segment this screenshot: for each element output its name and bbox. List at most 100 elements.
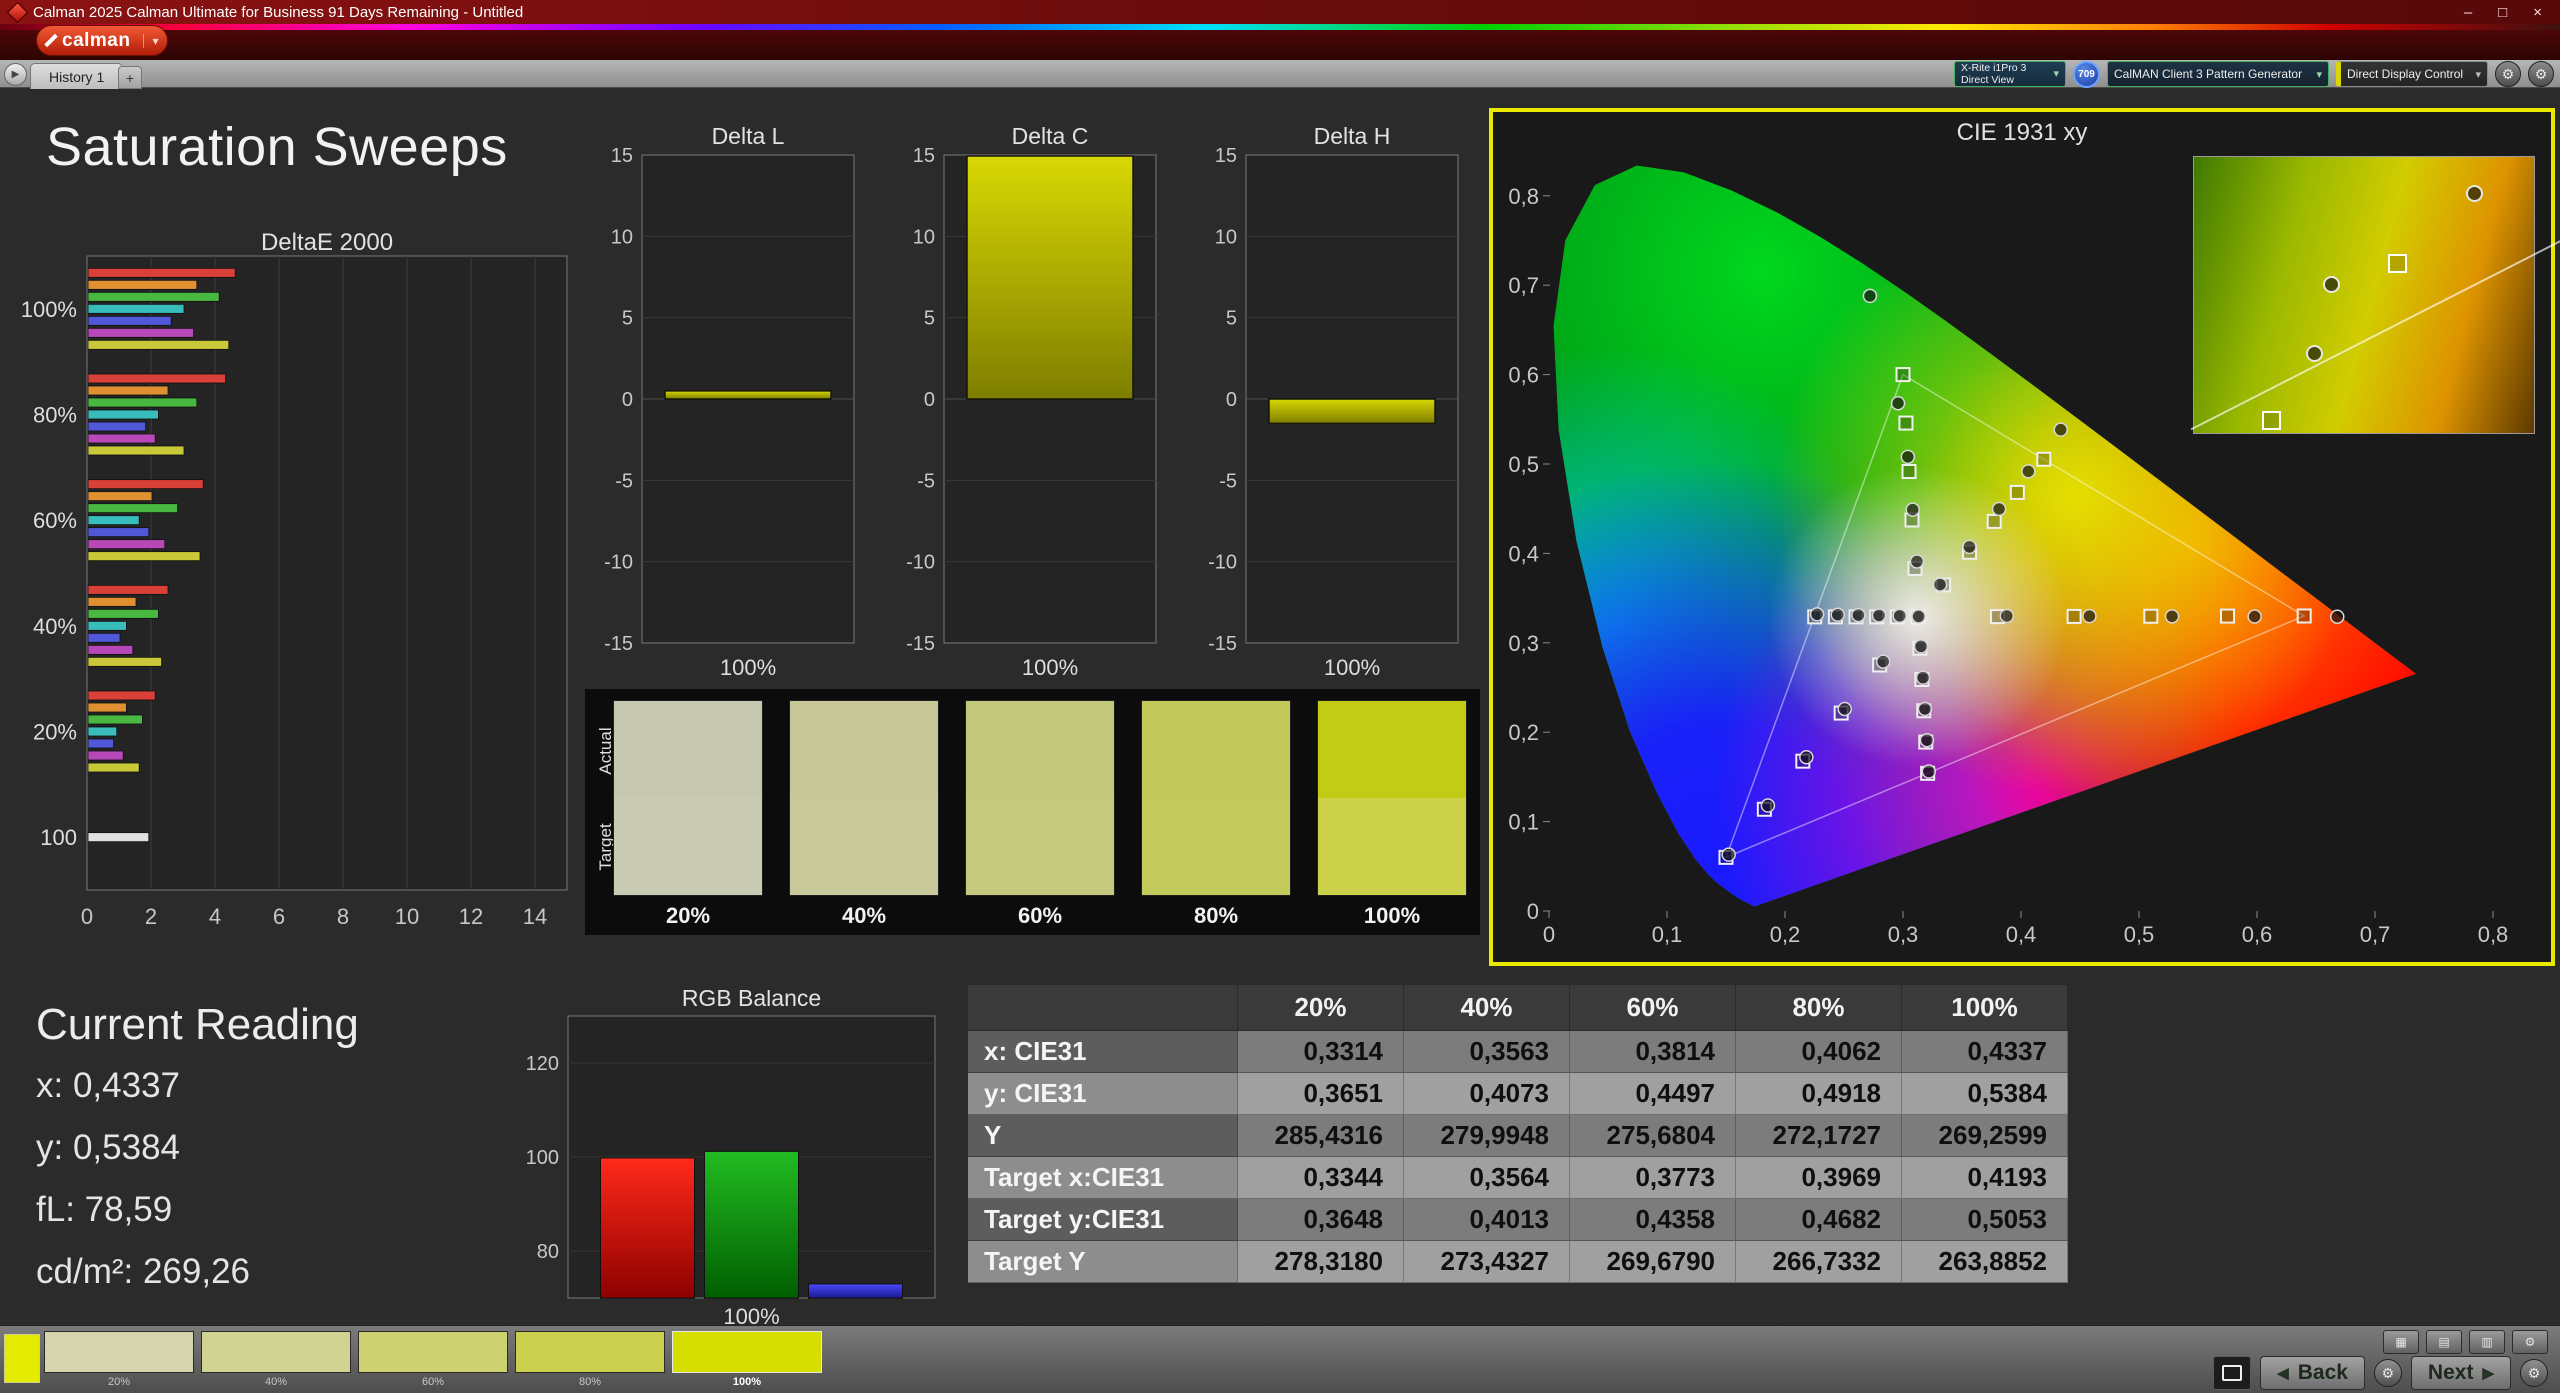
svg-text:Delta H: Delta H xyxy=(1314,124,1391,149)
svg-text:Delta C: Delta C xyxy=(1012,124,1089,149)
bottom-swatch-100%[interactable] xyxy=(672,1331,822,1373)
current-pattern-swatch xyxy=(4,1334,40,1383)
hardware-toolbar: X-Rite i1Pro 3 Direct View ▾ 709 CalMAN … xyxy=(1954,61,2554,87)
svg-text:-10: -10 xyxy=(906,552,935,574)
svg-text:0,1: 0,1 xyxy=(1652,922,1683,947)
table-row-label: Target Y xyxy=(968,1241,1238,1283)
new-tab-button[interactable]: + xyxy=(118,66,142,89)
svg-text:15: 15 xyxy=(913,145,935,167)
chevron-down-icon: ▾ xyxy=(2470,68,2481,81)
svg-text:0: 0 xyxy=(1226,389,1237,411)
table-cell: 0,3564 xyxy=(1404,1157,1570,1199)
svg-text:0,7: 0,7 xyxy=(1508,273,1539,298)
display-control-dropdown[interactable]: Direct Display Control ▾ xyxy=(2336,61,2488,87)
table-cell: 0,4073 xyxy=(1404,1073,1570,1115)
svg-text:20%: 20% xyxy=(33,720,77,745)
bottom-swatch-label: 80% xyxy=(515,1376,665,1388)
delta-l-chart: Delta L151050-5-10-15100% xyxy=(600,124,870,689)
target-swatch xyxy=(1142,798,1290,895)
bottom-swatch-label: 60% xyxy=(358,1376,508,1388)
table-cell: 0,3314 xyxy=(1238,1031,1404,1073)
next-settings-button[interactable]: ⚙ xyxy=(2520,1359,2548,1387)
svg-text:-15: -15 xyxy=(604,633,633,655)
pattern-window-button[interactable] xyxy=(2213,1356,2251,1390)
svg-text:100%: 100% xyxy=(21,297,77,322)
monitor-button[interactable]: ▦ xyxy=(2383,1330,2419,1354)
inset-circle-marker xyxy=(2466,185,2483,202)
svg-text:10: 10 xyxy=(395,904,419,929)
back-button[interactable]: ◀ Back xyxy=(2260,1356,2365,1390)
settings-gear-button-2[interactable]: ⚙ xyxy=(2528,61,2554,87)
calman-menu-button[interactable]: calman ▾ xyxy=(36,25,168,56)
table-cell: 20% xyxy=(1238,985,1404,1031)
svg-text:15: 15 xyxy=(611,145,633,167)
navigation-buttons: ◀ Back ⚙ Next ▶ ⚙ xyxy=(2213,1356,2548,1390)
window-controls: – □ × xyxy=(2464,4,2552,21)
svg-text:0: 0 xyxy=(1527,899,1539,924)
tab-label: History 1 xyxy=(49,69,104,85)
gear-button[interactable]: ⚙ xyxy=(2512,1330,2548,1354)
reading-x: x: 0,4337 xyxy=(36,1066,180,1106)
minimize-icon[interactable]: – xyxy=(2464,4,2472,21)
actual-swatch xyxy=(1318,701,1466,798)
swatch-column-40% xyxy=(789,700,939,896)
current-reading-title: Current Reading xyxy=(36,1000,359,1050)
svg-text:0,2: 0,2 xyxy=(1508,720,1539,745)
svg-text:0,2: 0,2 xyxy=(1770,922,1801,947)
table-cell: 0,4337 xyxy=(1902,1031,2068,1073)
svg-text:5: 5 xyxy=(622,308,633,330)
table-cell: 0,4497 xyxy=(1570,1073,1736,1115)
plus-icon: + xyxy=(126,70,134,86)
inset-square-marker xyxy=(2388,254,2407,273)
next-button[interactable]: Next ▶ xyxy=(2411,1356,2511,1390)
grid-button[interactable]: ▤ xyxy=(2426,1330,2462,1354)
colorspace-badge[interactable]: 709 xyxy=(2073,61,2100,88)
app-icon xyxy=(7,1,28,22)
pattern-window-icon xyxy=(2222,1365,2242,1381)
chevron-down-icon: ▾ xyxy=(2048,68,2059,81)
table-cell: 263,8852 xyxy=(1902,1241,2068,1283)
back-settings-button[interactable]: ⚙ xyxy=(2374,1359,2402,1387)
close-icon[interactable]: × xyxy=(2533,4,2542,21)
svg-text:120: 120 xyxy=(526,1053,559,1075)
bottom-swatch-80%[interactable] xyxy=(515,1331,665,1373)
actual-swatch xyxy=(614,701,762,798)
rows-button[interactable]: ▥ xyxy=(2469,1330,2505,1354)
utility-buttons: ▦ ▤ ▥ ⚙ xyxy=(2383,1330,2548,1354)
svg-text:-10: -10 xyxy=(1208,552,1237,574)
actual-swatch xyxy=(790,701,938,798)
table-cell: 0,4358 xyxy=(1570,1199,1736,1241)
svg-text:60%: 60% xyxy=(33,508,77,533)
table-cell: 266,7332 xyxy=(1736,1241,1902,1283)
workspace-nav-button[interactable]: ▶ xyxy=(4,63,27,86)
bottom-swatch-20%[interactable] xyxy=(44,1331,194,1373)
meter-dropdown[interactable]: X-Rite i1Pro 3 Direct View ▾ xyxy=(1954,61,2066,87)
table-cell: 272,1727 xyxy=(1736,1115,1902,1157)
maximize-icon[interactable]: □ xyxy=(2498,4,2507,21)
svg-text:-5: -5 xyxy=(615,470,633,492)
svg-text:0,4: 0,4 xyxy=(1508,541,1539,566)
table-cell: 269,6790 xyxy=(1570,1241,1736,1283)
svg-text:0,3: 0,3 xyxy=(1508,631,1539,656)
gear-icon: ⚙ xyxy=(2535,66,2548,83)
settings-gear-button-1[interactable]: ⚙ xyxy=(2495,61,2521,87)
inset-circle-marker xyxy=(2323,276,2340,293)
table-row-label: Target y:CIE31 xyxy=(968,1199,1238,1241)
svg-text:0,8: 0,8 xyxy=(2478,922,2509,947)
meter-mode: Direct View xyxy=(1961,74,2026,86)
actual-swatch xyxy=(1142,701,1290,798)
table-cell: 0,3773 xyxy=(1570,1157,1736,1199)
table-cell xyxy=(968,985,1238,1031)
tab-history-1[interactable]: History 1 xyxy=(30,63,123,89)
table-row-label: Y xyxy=(968,1115,1238,1157)
pattern-generator-dropdown[interactable]: CalMAN Client 3 Pattern Generator ▾ xyxy=(2107,61,2329,87)
table-row-label: x: CIE31 xyxy=(968,1031,1238,1073)
svg-text:0: 0 xyxy=(622,389,633,411)
actual-target-swatch-panel: Actual Target 20%40%60%80%100% xyxy=(585,689,1480,935)
bottom-swatch-60%[interactable] xyxy=(358,1331,508,1373)
inset-circle-marker xyxy=(2306,345,2323,362)
svg-text:0,4: 0,4 xyxy=(2006,922,2037,947)
svg-text:RGB Balance: RGB Balance xyxy=(682,990,821,1011)
bottom-swatch-40%[interactable] xyxy=(201,1331,351,1373)
meter-name: X-Rite i1Pro 3 xyxy=(1961,62,2026,74)
